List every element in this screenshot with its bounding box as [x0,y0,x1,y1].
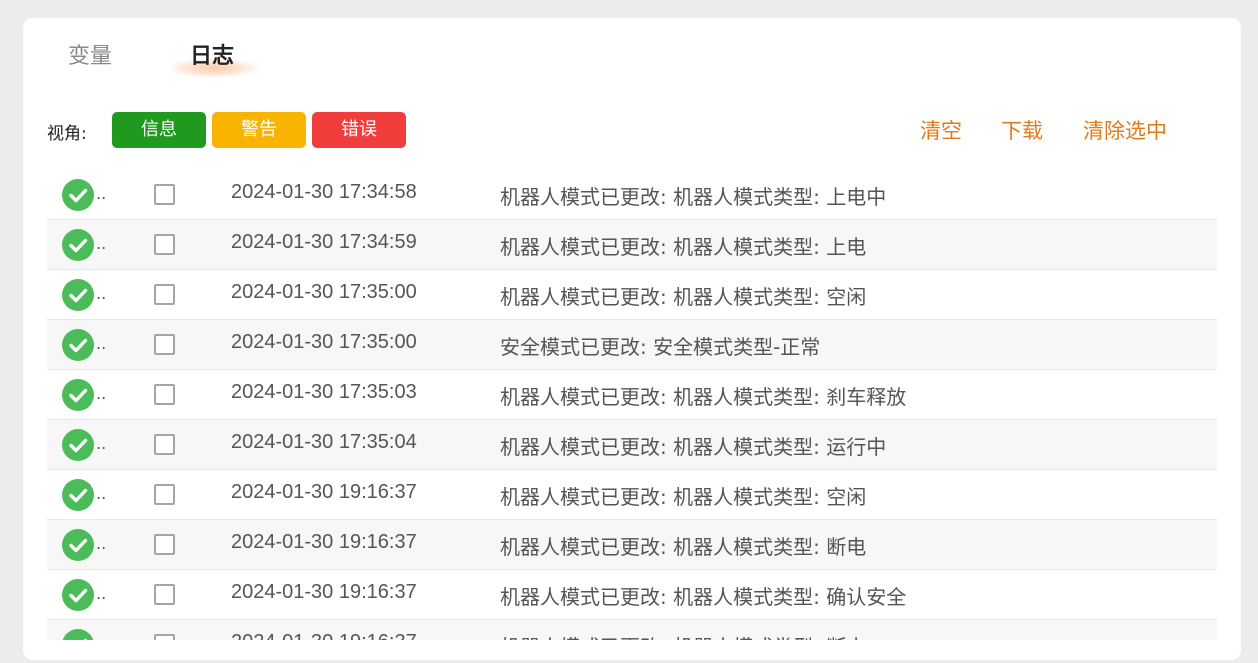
tab-bar: 变量 日志 [23,18,1241,98]
tab-variables[interactable]: 变量 [68,42,112,72]
log-time: 2024-01-30 17:35:04 [231,431,417,453]
row-checkbox[interactable] [154,184,175,205]
filter-info-button[interactable]: 信息 [112,112,206,148]
log-time: 2024-01-30 17:34:59 [231,231,417,253]
level-text-truncated: .. [96,534,107,553]
row-checkbox[interactable] [154,634,175,640]
log-time: 2024-01-30 17:34:58 [231,181,417,203]
table-row[interactable]: .. 2024-01-30 17:35:03 机器人模式已更改: 机器人模式类型: … [47,370,1217,420]
check-circle-icon [62,429,94,461]
check-circle-icon [62,329,94,361]
check-circle-icon [62,379,94,411]
table-row[interactable]: .. 2024-01-30 17:34:58 机器人模式已更改: 机器人模式类型: … [47,170,1217,220]
table-row[interactable]: .. 2024-01-30 17:34:59 机器人模式已更改: 机器人模式类型: … [47,220,1217,270]
level-text-truncated: .. [96,384,107,403]
level-text-truncated: .. [96,634,106,640]
check-circle-icon [62,629,94,640]
row-checkbox[interactable] [154,484,175,505]
table-row[interactable]: .. 2024-01-30 17:35:00 安全模式已更改: 安全模式类型-正常 [47,320,1217,370]
level-text-truncated: .. [96,184,107,203]
check-circle-icon [62,479,94,511]
row-checkbox[interactable] [154,334,175,355]
log-time: 2024-01-30 17:35:00 [231,281,417,303]
row-checkbox[interactable] [154,234,175,255]
tab-log[interactable]: 日志 [168,42,260,78]
log-panel: 变量 日志 视角: 信息 警告 错误 清空 下载 清除选中 .. 2024-01-… [23,18,1241,660]
check-circle-icon [62,179,94,211]
log-message: 机器人模式已更改: 机器人模式类型: 上电中 [500,185,887,209]
row-checkbox[interactable] [154,434,175,455]
log-message: 机器人模式已更改: 机器人模式类型: 空闲 [500,285,867,309]
log-message: 机器人模式已更改: 机器人模式类型: 确认安全 [500,585,907,609]
clear-selected-button[interactable]: 清除选中 [1083,115,1167,145]
log-time: 2024-01-30 19:16:37 [231,581,417,603]
table-row[interactable]: .. 2024-01-30 19:16:37 机器人模式已更改: 机器人模式类型: … [47,470,1217,520]
tab-log-label: 日志 [190,44,235,69]
log-message: 机器人模式已更改: 机器人模式类型: 刹车释放 [500,385,907,409]
table-row[interactable]: .. 2024-01-30 19:16:37 机器人模式已更改: 机器人模式类型: … [47,620,1217,640]
row-checkbox[interactable] [154,534,175,555]
log-time: 2024-01-30 19:16:37 [231,481,417,503]
filter-bar: 视角: 信息 警告 错误 清空 下载 清除选中 [23,111,1241,151]
log-message: 机器人模式已更改: 机器人模式类型: 断电 [500,535,867,559]
level-text-truncated: .. [96,584,107,603]
log-message: 机器人模式已更改: 机器人模式类型: 上电 [500,235,867,259]
table-row[interactable]: .. 2024-01-30 17:35:04 机器人模式已更改: 机器人模式类型: … [47,420,1217,470]
check-circle-icon [62,229,94,261]
clear-button[interactable]: 清空 [920,115,962,145]
view-label: 视角: [47,124,87,144]
log-table[interactable]: .. 2024-01-30 17:34:58 机器人模式已更改: 机器人模式类型: … [47,170,1217,640]
table-row[interactable]: .. 2024-01-30 19:16:37 机器人模式已更改: 机器人模式类型: … [47,570,1217,620]
level-text-truncated: .. [96,434,107,453]
log-time: 2024-01-30 17:35:03 [231,381,417,403]
level-text-truncated: .. [96,284,107,303]
log-message: 安全模式已更改: 安全模式类型-正常 [500,335,821,359]
table-row[interactable]: .. 2024-01-30 19:16:37 机器人模式已更改: 机器人模式类型: … [47,520,1217,570]
tab-variables-label: 变量 [68,44,113,69]
log-message: 机器人模式已更改: 机器人模式类型: 运行中 [500,435,887,459]
log-message: 机器人模式已更改: 机器人模式类型: 空闲 [500,485,867,509]
row-checkbox[interactable] [154,384,175,405]
row-checkbox[interactable] [154,284,175,305]
filter-error-button[interactable]: 错误 [312,112,406,148]
level-text-truncated: .. [96,334,107,353]
log-time: 2024-01-30 17:35:00 [231,331,417,353]
level-text-truncated: .. [96,484,107,503]
log-time: 2024-01-30 19:16:37 [231,531,417,553]
filter-warning-button[interactable]: 警告 [212,112,306,148]
check-circle-icon [62,529,94,561]
row-checkbox[interactable] [154,584,175,605]
log-message: 机器人模式已更改: 机器人模式类型: 断电 [500,631,866,640]
check-circle-icon [62,279,94,311]
download-button[interactable]: 下载 [1001,115,1043,145]
level-text-truncated: .. [96,234,107,253]
table-row[interactable]: .. 2024-01-30 17:35:00 机器人模式已更改: 机器人模式类型: … [47,270,1217,320]
check-circle-icon [62,579,94,611]
log-time: 2024-01-30 19:16:37 [231,631,417,640]
